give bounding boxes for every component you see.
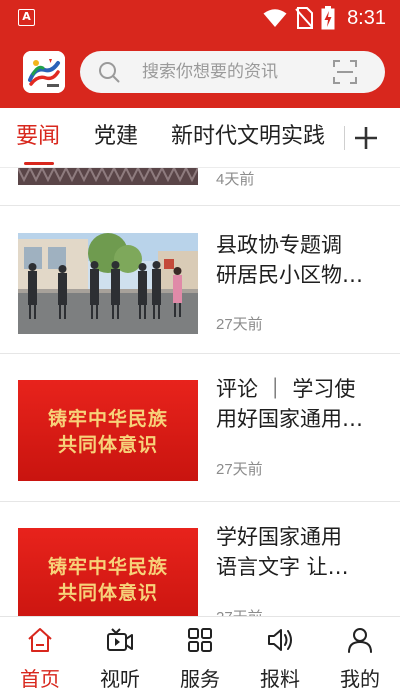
- news-title[interactable]: 评论 ｜ 学习使 用好国家通用…: [216, 374, 384, 434]
- thumbnail-caption: 共同体意识: [57, 434, 158, 456]
- news-title[interactable]: 学好国家通用 语言文字 让…: [216, 522, 384, 582]
- news-title[interactable]: 县政协专题调 研居民小区物…: [216, 230, 384, 290]
- search-icon: [99, 62, 120, 83]
- news-title-line: 语言文字 让…: [216, 555, 349, 579]
- news-title-line: 用好国家通用…: [216, 407, 363, 431]
- no-sim-icon: [295, 7, 314, 29]
- news-feed: 4天前 县政协专题调 研居民小区物… 27天前 铸牢中华民族 共同体意识 评论 …: [0, 168, 400, 616]
- system-icons: 8:31: [263, 6, 386, 30]
- news-time: 27天前: [216, 606, 263, 616]
- tab-yaowen[interactable]: 要闻: [16, 108, 60, 168]
- speaker-icon: [268, 629, 292, 651]
- search-bar[interactable]: 搜索你想要的资讯: [80, 51, 385, 93]
- news-item[interactable]: 铸牢中华民族 共同体意识 评论 ｜ 学习使 用好国家通用… 27天前: [0, 354, 400, 502]
- plus-icon[interactable]: [352, 124, 380, 152]
- user-icon: [348, 628, 372, 653]
- news-title-line: 县政协专题调: [216, 233, 342, 257]
- nav-label: 报料: [260, 667, 300, 691]
- news-title-line: 学好国家通用: [216, 525, 342, 549]
- news-thumbnail: [18, 233, 198, 334]
- battery-charging-icon: [321, 6, 335, 30]
- news-time: 27天前: [216, 316, 263, 333]
- thumbnail-caption: 共同体意识: [57, 582, 158, 604]
- news-thumbnail: 铸牢中华民族 共同体意识: [18, 528, 198, 616]
- news-item[interactable]: 县政协专题调 研居民小区物… 27天前: [0, 206, 400, 354]
- nav-label: 首页: [20, 667, 60, 691]
- logo-icon: [23, 51, 65, 93]
- video-camera-icon: [107, 628, 133, 651]
- news-title-line: 研居民小区物…: [216, 263, 363, 287]
- app-logo[interactable]: [23, 51, 65, 93]
- news-item[interactable]: 铸牢中华民族 共同体意识 学好国家通用 语言文字 让… 27天前: [0, 502, 400, 616]
- home-icon: [28, 628, 52, 652]
- active-tab-indicator: [24, 162, 54, 165]
- news-thumbnail: 铸牢中华民族 共同体意识: [18, 380, 198, 481]
- news-time: 27天前: [216, 461, 263, 478]
- tab-xinshidai[interactable]: 新时代文明实践: [171, 108, 325, 168]
- search-placeholder[interactable]: 搜索你想要的资讯: [142, 51, 278, 93]
- app-notification-icon: A: [18, 9, 35, 26]
- photo-partial: [18, 168, 198, 185]
- nav-label: 我的: [340, 667, 380, 691]
- nav-services[interactable]: 服务: [160, 617, 240, 700]
- news-item[interactable]: 4天前: [0, 168, 400, 206]
- nav-label: 服务: [180, 667, 220, 691]
- scan-icon[interactable]: [333, 60, 357, 84]
- bottom-navigation: 首页 视听 服务 报料 我的: [0, 616, 400, 700]
- news-thumbnail: [18, 168, 198, 185]
- tabs-divider: [344, 126, 345, 150]
- thumbnail-caption: 铸牢中华民族: [47, 556, 168, 578]
- news-time: 4天前: [216, 171, 255, 188]
- wifi-icon: [263, 9, 287, 27]
- clock: 8:31: [347, 6, 386, 29]
- news-title-line: 评论 ｜ 学习使: [216, 377, 356, 401]
- nav-profile[interactable]: 我的: [320, 617, 400, 700]
- photo-group-outdoor: [18, 233, 198, 334]
- nav-report[interactable]: 报料: [240, 617, 320, 700]
- thumbnail-caption: 铸牢中华民族: [47, 408, 168, 430]
- nav-video[interactable]: 视听: [80, 617, 160, 700]
- tab-dangjian[interactable]: 党建: [94, 108, 138, 168]
- status-bar: A 8:31: [0, 0, 400, 36]
- nav-home[interactable]: 首页: [0, 617, 80, 700]
- channel-tabs: 要闻 党建 新时代文明实践: [0, 108, 400, 168]
- top-header: 搜索你想要的资讯: [0, 36, 400, 108]
- grid-icon: [188, 628, 212, 652]
- nav-label: 视听: [100, 667, 140, 691]
